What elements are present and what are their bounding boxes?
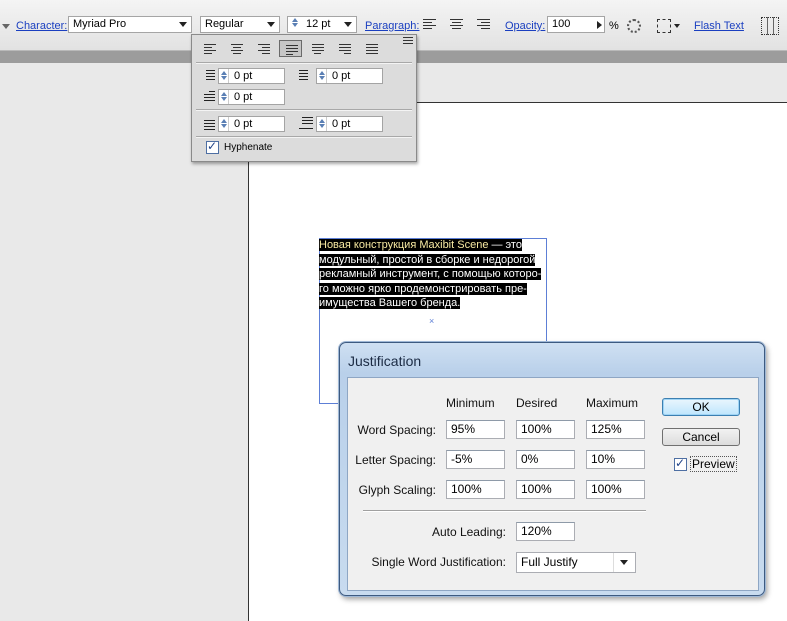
justify-all-button[interactable]: [360, 40, 383, 57]
transform-icon[interactable]: [657, 16, 680, 36]
text-line: имущества Вашего бренда.: [319, 297, 461, 309]
preview-label: Preview: [690, 456, 737, 472]
single-word-justification-select[interactable]: Full Justify: [516, 552, 636, 573]
justify-last-right-button[interactable]: [333, 40, 356, 57]
space-after-field[interactable]: 0 pt: [299, 115, 383, 132]
text-anchor-icon: ×: [429, 316, 435, 326]
left-indent-value: 0 pt: [234, 69, 253, 82]
selected-text[interactable]: Новая конструкция Maxibit Scene — это мо…: [319, 238, 548, 311]
divider: [196, 136, 412, 138]
character-link[interactable]: Character:: [16, 20, 67, 32]
align-center-button[interactable]: [225, 40, 248, 57]
word-spacing-label: Word Spacing:: [357, 423, 437, 437]
font-size-value: 12 pt: [306, 18, 331, 30]
letter-spacing-desired-input[interactable]: 0%: [516, 450, 575, 469]
word-spacing-max-input[interactable]: 125%: [586, 420, 645, 439]
align-right-icon[interactable]: [477, 19, 490, 30]
paragraph-link[interactable]: Paragraph:: [365, 20, 419, 32]
dialog-title: Justification: [348, 353, 422, 369]
align-left-icon[interactable]: [423, 19, 436, 30]
hyphenate-checkbox[interactable]: [206, 139, 219, 154]
text-line: рекламный инструмент, с помощью которо-: [319, 268, 542, 280]
alignment-buttons: [198, 40, 383, 57]
divider: [363, 510, 646, 512]
word-spacing-desired-input[interactable]: 100%: [516, 420, 575, 439]
paragraph-panel: 0 pt 0 pt 0 pt 0 pt 0 pt Hyphenate: [191, 34, 417, 162]
preview-option[interactable]: Preview: [674, 456, 737, 472]
font-style-dropdown[interactable]: Regular: [200, 16, 280, 33]
chevron-down-icon: [179, 22, 187, 27]
opacity-input[interactable]: 100: [547, 16, 605, 33]
align-right-button[interactable]: [252, 40, 275, 57]
letter-spacing-label: Letter Spacing:: [355, 453, 436, 467]
left-indent-icon: [201, 69, 215, 82]
space-after-value: 0 pt: [332, 117, 351, 130]
word-spacing-min-input[interactable]: 95%: [446, 420, 505, 439]
divider: [196, 109, 412, 111]
glyph-scaling-label: Glyph Scaling:: [358, 483, 436, 497]
first-line-indent-field[interactable]: 0 pt: [201, 88, 285, 105]
text-line: модульный, простой в сборке и недорогой: [319, 253, 536, 266]
right-indent-icon: [299, 69, 313, 82]
hyphenate-option[interactable]: Hyphenate: [206, 139, 273, 154]
left-indent-stepper[interactable]: [219, 68, 229, 83]
first-line-indent-stepper[interactable]: [219, 89, 229, 104]
text-line: Новая конструкция Maxibit Scene: [319, 239, 489, 251]
left-indent-field[interactable]: 0 pt: [201, 67, 285, 84]
space-before-icon: [201, 117, 215, 130]
auto-leading-input[interactable]: 120%: [516, 522, 575, 541]
opacity-unit: %: [609, 20, 619, 32]
align-left-button[interactable]: [198, 40, 221, 57]
control-bar-left-arrow[interactable]: [0, 16, 10, 36]
chevron-down-icon: [344, 22, 352, 27]
opacity-link[interactable]: Opacity:: [505, 20, 545, 32]
auto-leading-label: Auto Leading:: [431, 525, 506, 539]
justify-last-left-button[interactable]: [279, 40, 302, 57]
preview-checkbox[interactable]: [674, 456, 687, 471]
column-header-desired: Desired: [516, 396, 558, 410]
opacity-value: 100: [552, 18, 571, 30]
right-indent-value: 0 pt: [332, 69, 351, 82]
divider: [196, 62, 412, 64]
letter-spacing-min-input[interactable]: -5%: [446, 450, 505, 469]
font-family-dropdown[interactable]: Myriad Pro: [68, 16, 192, 33]
font-size-field[interactable]: 12 pt: [287, 16, 357, 33]
ok-button[interactable]: OK: [662, 398, 740, 416]
right-indent-field[interactable]: 0 pt: [299, 67, 383, 84]
recolor-icon[interactable]: [627, 16, 641, 36]
chevron-right-icon[interactable]: [597, 21, 602, 29]
space-before-field[interactable]: 0 pt: [201, 115, 285, 132]
first-line-indent-value: 0 pt: [234, 90, 253, 103]
flash-text-link[interactable]: Flash Text: [694, 20, 744, 32]
space-before-value: 0 pt: [234, 117, 253, 130]
cancel-button[interactable]: Cancel: [662, 428, 740, 446]
letter-spacing-max-input[interactable]: 10%: [586, 450, 645, 469]
column-header-maximum: Maximum: [586, 396, 639, 410]
font-family-value: Myriad Pro: [73, 18, 127, 30]
text-line: го можно ярко продемонстрировать пре-: [319, 282, 527, 295]
chevron-down-icon: [267, 22, 275, 27]
panel-menu-icon[interactable]: [403, 37, 413, 45]
right-indent-stepper[interactable]: [317, 68, 327, 83]
justify-last-center-button[interactable]: [306, 40, 329, 57]
glyph-scaling-min-input[interactable]: 100%: [446, 480, 505, 499]
space-after-stepper[interactable]: [317, 116, 327, 131]
single-word-justification-label: Single Word Justification:: [371, 555, 506, 569]
hyphenate-label: Hyphenate: [224, 142, 273, 153]
text-line: — это: [488, 239, 522, 251]
single-word-justification-value: Full Justify: [521, 555, 578, 569]
first-line-indent-icon: [201, 90, 215, 103]
justification-dialog: Justification Minimum Desired Maximum Wo…: [339, 342, 765, 596]
reference-point-icon[interactable]: [761, 16, 779, 36]
space-before-stepper[interactable]: [219, 116, 229, 131]
space-after-icon: [299, 117, 313, 130]
dialog-body: Minimum Desired Maximum Word Spacing: 95…: [347, 377, 759, 591]
chevron-down-icon[interactable]: [613, 553, 635, 572]
glyph-scaling-desired-input[interactable]: 100%: [516, 480, 575, 499]
font-style-value: Regular: [205, 18, 244, 30]
align-center-icon[interactable]: [450, 19, 463, 30]
column-header-minimum: Minimum: [446, 396, 495, 410]
glyph-scaling-max-input[interactable]: 100%: [586, 480, 645, 499]
font-size-stepper[interactable]: [290, 17, 299, 32]
